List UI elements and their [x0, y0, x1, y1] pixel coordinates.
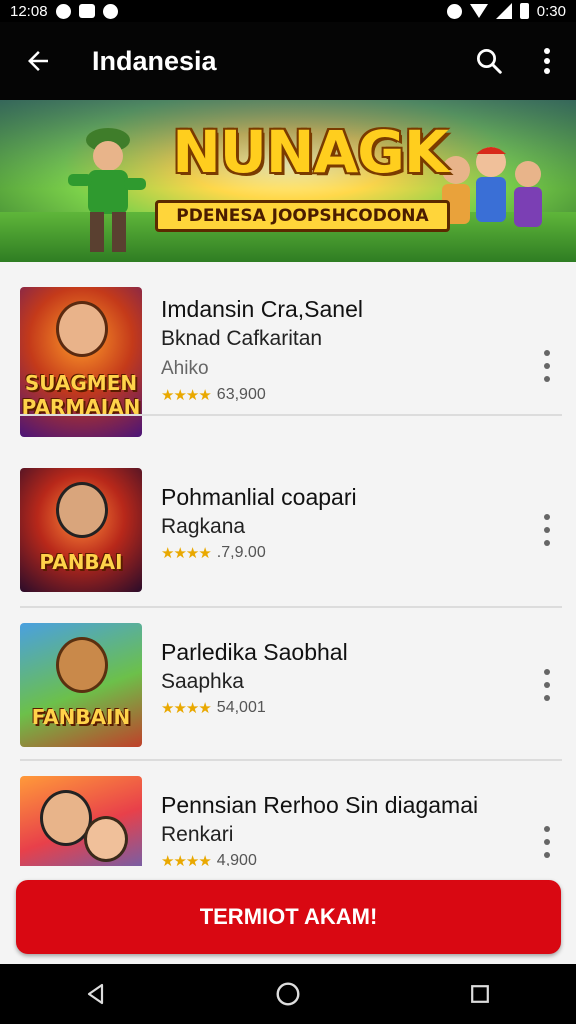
- rating-value: 4,900: [216, 852, 257, 866]
- item-title: Imdansin Cra,Sanel: [161, 296, 363, 322]
- rating-value: .7,9.00: [216, 544, 266, 561]
- nav-recents-button[interactable]: [450, 964, 510, 1024]
- item-rating: ★★★★ 63,900: [161, 386, 516, 404]
- status-time-right: 0:30: [536, 2, 566, 20]
- search-button[interactable]: [460, 22, 518, 100]
- battery-icon: [519, 3, 529, 19]
- item-rating: ★★★★ 54,001: [161, 699, 516, 717]
- nav-back-icon: [87, 983, 104, 1005]
- rating-stars-icon: ★★★★: [161, 387, 212, 404]
- alarm-icon: [446, 3, 462, 19]
- game-thumbnail: [20, 776, 142, 866]
- arrow-back-icon: [28, 51, 48, 71]
- item-subtitle: Saaphka: [161, 670, 244, 693]
- item-title: Pohmanlial coapari: [161, 484, 357, 510]
- more-vert-icon: [544, 48, 550, 74]
- wifi-icon: [469, 4, 488, 18]
- banner-subtitle: PDENESA JOOPSHCODONA: [155, 200, 450, 232]
- rating-stars-icon: ★★★★: [161, 700, 212, 717]
- hero-character-image: [68, 128, 146, 252]
- item-subtitle: Bknad Cafkaritan: [161, 327, 323, 350]
- item-developer: Ahiko: [161, 358, 209, 379]
- list-item[interactable]: Pennsian Rerhoo Sin diagamai Renkari ★★★…: [0, 762, 576, 866]
- notification-icon: [55, 3, 71, 19]
- item-more-button[interactable]: [534, 510, 560, 550]
- game-thumbnail: FANBAIN: [20, 623, 142, 747]
- item-more-button[interactable]: [534, 665, 560, 705]
- nav-recents-icon: [471, 985, 489, 1003]
- signal-icon: [495, 3, 512, 19]
- thumbnail-text: PANBAI: [39, 550, 123, 574]
- page-title: Indanesia: [92, 45, 217, 76]
- overflow-menu-button[interactable]: [518, 22, 576, 100]
- item-title: Parledika Saobhal: [161, 639, 348, 665]
- app-bar: Indanesia: [0, 22, 576, 100]
- thumbnail-text: FANBAIN: [31, 705, 131, 729]
- search-icon: [477, 49, 502, 74]
- item-subtitle: Renkari: [161, 823, 234, 846]
- item-rating: ★★★★ .7,9.00: [161, 544, 516, 562]
- item-more-button[interactable]: [534, 346, 560, 386]
- list-item[interactable]: FANBAIN Parledika Saobhal Saaphka ★★★★ 5…: [0, 607, 576, 761]
- nav-back-button[interactable]: [66, 964, 126, 1024]
- message-icon: [102, 3, 118, 19]
- primary-action-button[interactable]: TERMIOT AKAM!: [16, 880, 561, 954]
- item-subtitle: Ragkana: [161, 515, 246, 538]
- promo-banner[interactable]: NUNAGK PDENESA JOOPSHCODONA: [0, 100, 576, 262]
- item-title: Pennsian Rerhoo Sin diagamai: [161, 792, 479, 818]
- app-notification-icon: [78, 4, 95, 18]
- item-more-button[interactable]: [534, 822, 560, 862]
- rating-value: 63,900: [216, 386, 266, 403]
- rating-stars-icon: ★★★★: [161, 853, 212, 866]
- nav-home-icon: [276, 982, 300, 1006]
- game-list: SUAGMEN PARMAIAN Imdansin Cra,Sanel Bkna…: [0, 262, 576, 866]
- status-bar: 12:08 0:30: [0, 0, 576, 22]
- rating-stars-icon: ★★★★: [161, 545, 212, 562]
- list-item[interactable]: SUAGMEN PARMAIAN Imdansin Cra,Sanel Bkna…: [0, 262, 576, 437]
- rating-value: 54,001: [216, 699, 266, 716]
- status-time: 12:08: [10, 2, 48, 20]
- back-button[interactable]: [0, 22, 76, 100]
- thumbnail-text: SUAGMEN PARMAIAN: [21, 371, 141, 419]
- game-thumbnail: PANBAI: [20, 468, 142, 592]
- nav-home-button[interactable]: [258, 964, 318, 1024]
- system-nav-bar: [0, 964, 576, 1024]
- item-rating: ★★★★ 4,900: [161, 852, 516, 866]
- list-item[interactable]: PANBAI Pohmanlial coapari Ragkana ★★★★ .…: [0, 452, 576, 608]
- banner-title: NUNAGK: [172, 118, 449, 186]
